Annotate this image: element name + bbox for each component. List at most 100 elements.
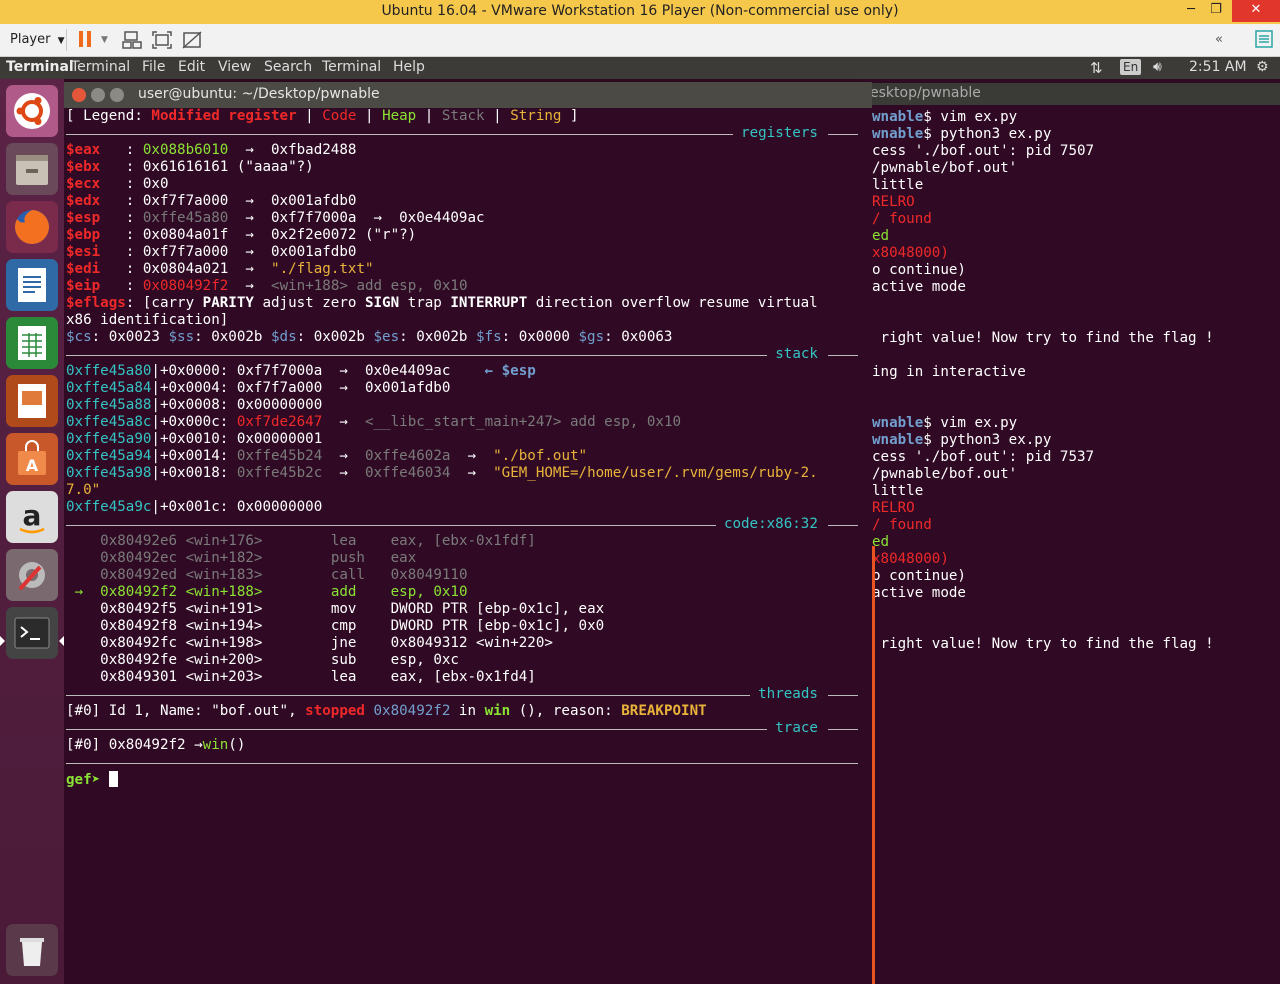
main-terminal-window[interactable]: user@ubuntu: ~/Desktop/pwnable [ Legend:… (64, 82, 872, 984)
gear-icon[interactable]: ⚙︎ (1256, 59, 1269, 75)
clock[interactable]: 2:51 AM (1189, 59, 1247, 75)
code-gap (262, 567, 330, 583)
bg-text: /pwnable/bof.out' (872, 160, 1018, 176)
chevron-down-icon[interactable]: ▼ (101, 30, 108, 50)
stack-offset: |+0x0000: (151, 363, 237, 379)
trash-button[interactable] (6, 924, 58, 976)
stack-value: 0xffe45b2c (236, 465, 323, 481)
files-button[interactable] (6, 143, 58, 195)
minimize-button[interactable]: ─ (1180, 0, 1202, 22)
unity-button[interactable] (181, 30, 203, 50)
code-mnemonic: lea (330, 669, 365, 685)
trace-row: [#0] 0x80492f2 →win() (66, 737, 245, 754)
section-divider (828, 355, 858, 356)
legend-sep: | (356, 108, 383, 124)
amazon-button[interactable]: a (6, 491, 58, 543)
register-name: $esi (66, 244, 101, 260)
calc-button[interactable] (6, 317, 58, 369)
chevron-down-icon: ▼ (57, 36, 65, 46)
pause-button[interactable] (78, 30, 92, 50)
window-edge (872, 546, 875, 984)
file-cabinet-icon (16, 155, 48, 185)
register-deref: → 0x2f2e0072 ("r"?) (228, 227, 417, 243)
register-row: $eip : 0x080492f2 → <win+188> add esp, 0… (66, 278, 468, 295)
firefox-button[interactable] (6, 201, 58, 253)
minimize-window-icon[interactable] (91, 88, 105, 102)
keyboard-layout[interactable]: En (1120, 59, 1142, 75)
code-gap (365, 533, 391, 549)
bg-warning: / found (872, 211, 932, 227)
impress-button[interactable] (6, 375, 58, 427)
dash-button[interactable] (6, 85, 58, 137)
segment-name: $ss (168, 329, 195, 345)
register-row: $ebp : 0x0804a01f → 0x2f2e0072 ("r"?) (66, 227, 416, 244)
menu-terminal[interactable]: Terminal (71, 59, 130, 75)
section-divider (828, 695, 858, 696)
maximize-button[interactable]: ❐ (1205, 0, 1227, 22)
stack-row: 0xffe45a84|+0x0004: 0xf7f7a000 → 0x001af… (66, 380, 450, 397)
bg-text: o continue) (872, 568, 966, 584)
stack-string: "./bof.out" (493, 448, 588, 464)
menu-view[interactable]: View (218, 59, 251, 75)
thread-text: Id 1, Name: "bof.out", (100, 703, 306, 719)
bg-command: $ python3 ex.py (923, 432, 1052, 448)
thread-text: (), reason: (510, 703, 622, 719)
segment-name: $fs (476, 329, 502, 345)
stack-value: 0xf7f7a000 (236, 380, 323, 396)
segment-value: : 0x0000 (501, 329, 579, 345)
stack-address: 0xffe45a98 (66, 465, 152, 481)
firefox-icon (14, 210, 49, 244)
maximize-window-icon[interactable] (110, 88, 124, 102)
close-button[interactable]: ✕ (1232, 0, 1280, 22)
register-deref: → 0x001afdb0 (228, 193, 357, 209)
terminal-button[interactable] (6, 607, 58, 659)
library-button[interactable] (1255, 30, 1273, 50)
menu-edit[interactable]: Edit (178, 59, 205, 75)
close-window-icon[interactable] (72, 88, 86, 102)
player-menu[interactable]: Player ▼ (10, 30, 65, 50)
menu-search[interactable]: Search (264, 59, 312, 75)
legend-sep: | (296, 108, 323, 124)
background-terminal[interactable]: esktop/pwnable wnable$ vim ex.py wnable$ … (862, 79, 1280, 984)
network-transfer-icon[interactable]: ⇅ (1090, 59, 1103, 77)
bg-path: wnable (872, 432, 924, 448)
shopping-bag-icon: A (18, 440, 46, 475)
fit-window-button[interactable] (151, 30, 173, 50)
code-gap (365, 601, 391, 617)
background-terminal-titlebar[interactable]: esktop/pwnable (862, 83, 1280, 105)
menu-help[interactable]: Help (393, 59, 425, 75)
bg-text: cess './bof.out': pid 7537 (872, 449, 1095, 465)
prompt-line[interactable]: gef➤ (66, 771, 118, 789)
code-marker: → (66, 584, 101, 600)
stack-string: "GEM_HOME=/home/user/.rvm/gems/ruby-2. (493, 465, 818, 481)
stack-row: 0xffe45a94|+0x0014: 0xffe45b24 → 0xffe46… (66, 448, 587, 465)
thread-row: [#0] Id 1, Name: "bof.out", stopped 0x80… (66, 703, 707, 720)
stack-row: 0xffe45a8c|+0x000c: 0xf7de2647 → <__libc… (66, 414, 681, 431)
background-terminal-line: wnable$ vim ex.py (872, 415, 1017, 432)
send-ctrl-alt-del-button[interactable] (121, 30, 143, 50)
volume-icon[interactable]: 🔊︎ (1153, 59, 1162, 75)
terminal-icon (14, 617, 50, 649)
legend-bracket: [ Legend: (66, 108, 152, 124)
bg-text: /pwnable/bof.out' (872, 466, 1018, 482)
menu-file[interactable]: File (142, 59, 165, 75)
register-sep: : (100, 227, 143, 243)
terminal-titlebar[interactable]: user@ubuntu: ~/Desktop/pwnable (64, 82, 872, 108)
collapse-icon[interactable]: « (1215, 30, 1223, 50)
thread-text: in (450, 703, 485, 719)
code-address: 0x8049301 <win+203> (100, 669, 263, 685)
software-center-button[interactable]: A (6, 433, 58, 485)
menu-terminal-2[interactable]: Terminal (322, 59, 381, 75)
background-terminal-line: cess './bof.out': pid 7507 (872, 143, 1094, 160)
background-terminal-line: cess './bof.out': pid 7537 (872, 449, 1094, 466)
code-marker (66, 601, 100, 617)
stack-row: 0xffe45a88|+0x0008: 0x00000000 (66, 397, 322, 414)
register-deref: → (228, 278, 272, 294)
stack-row: 0xffe45a98|+0x0018: 0xffe45b2c → 0xffe46… (66, 465, 818, 482)
background-terminal-line: o continue) (872, 262, 966, 279)
eflags-flag: : [carry (125, 295, 203, 311)
bg-warning: RELRO (872, 500, 915, 516)
system-settings-button[interactable] (6, 549, 58, 601)
background-terminal-line: o continue) (872, 568, 966, 585)
writer-button[interactable] (6, 259, 58, 311)
